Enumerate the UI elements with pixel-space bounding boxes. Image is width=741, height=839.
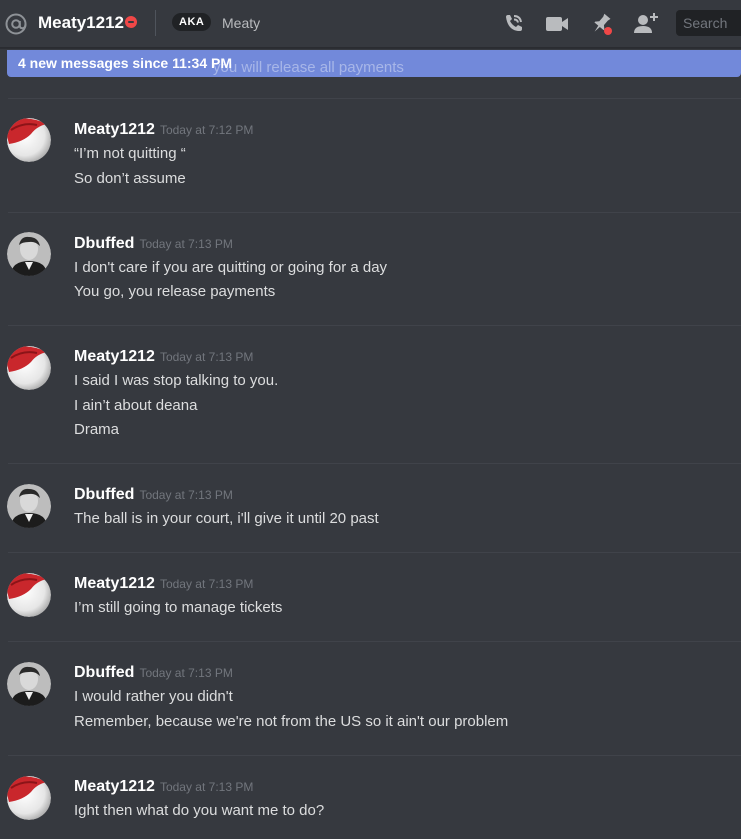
message-divider [8,641,741,642]
message-divider [8,755,741,756]
message-author[interactable]: Dbuffed Today at 7:13 PM [74,234,233,254]
aka-name: Meaty [222,15,261,31]
message-text: I said I was stop talking to you. [74,372,279,389]
portrait-avatar [7,662,51,706]
add-friend-icon[interactable] [632,10,660,38]
message-text: I would rather you didn't [74,688,233,705]
video-call-icon[interactable] [543,10,571,38]
dnd-status-icon [125,16,137,28]
avatar[interactable] [7,776,51,820]
avatar[interactable] [7,484,51,528]
message-divider [8,212,741,213]
message-author[interactable]: Dbuffed Today at 7:13 PM [74,485,233,505]
message-text: So don’t assume [74,170,186,187]
channel-header: Meaty1212 AKA Meaty Search [0,0,741,48]
message-author[interactable]: Meaty1212 Today at 7:13 PM [74,777,253,797]
message-text: I’m still going to manage tickets [74,599,283,616]
red-santa-hat-avatar [7,573,51,617]
message-text: “I’m not quitting “ [74,145,186,162]
new-messages-bar[interactable]: you will release all payments 4 new mess… [7,50,741,77]
message-text: Remember, because we're not from the US … [74,713,509,730]
search-input[interactable]: Search [676,10,741,36]
message-timestamp: Today at 7:13 PM [139,666,233,680]
new-messages-label: 4 new messages since 11:34 PM [18,55,233,71]
message-author[interactable]: Dbuffed Today at 7:13 PM [74,663,233,683]
aka-badge: AKA [172,13,212,31]
message-text: I don't care if you are quitting or goin… [74,259,388,276]
pinned-messages-icon[interactable] [587,10,615,38]
message-timestamp: Today at 7:13 PM [139,488,233,502]
message-text: Drama [74,421,120,438]
message-timestamp: Today at 7:13 PM [159,350,254,364]
message-divider [8,552,741,553]
message-author[interactable]: Meaty1212 Today at 7:13 PM [74,574,253,594]
message-divider [8,325,741,326]
red-santa-hat-avatar [7,776,51,820]
message-text: I ain’t about deana [74,397,198,414]
message-author[interactable]: Meaty1212 Today at 7:12 PM [74,120,253,140]
message-divider [8,98,741,99]
message-divider [8,463,741,464]
portrait-avatar [7,484,51,528]
message-author[interactable]: Meaty1212 Today at 7:13 PM [74,347,253,367]
message-timestamp: Today at 7:13 PM [159,780,254,794]
voice-call-icon[interactable] [499,10,527,38]
message-timestamp: Today at 7:13 PM [159,577,254,591]
portrait-avatar [7,232,51,276]
red-santa-hat-avatar [7,118,51,162]
message-text: Ight then what do you want me to do? [74,802,325,819]
message-text: The ball is in your court, i'll give it … [74,510,379,527]
avatar[interactable] [7,573,51,617]
avatar[interactable] [7,118,51,162]
avatar[interactable] [7,662,51,706]
red-santa-hat-avatar [7,346,51,390]
avatar[interactable] [7,346,51,390]
message-text: You go, you release payments [74,283,276,300]
obscured-message-text: you will release all payments [213,59,404,76]
header-divider [155,10,156,36]
message-timestamp: Today at 7:13 PM [139,237,233,251]
channel-name: Meaty1212 [38,13,125,32]
avatar[interactable] [7,232,51,276]
message-timestamp: Today at 7:12 PM [159,123,254,137]
at-mention-icon [5,13,27,35]
